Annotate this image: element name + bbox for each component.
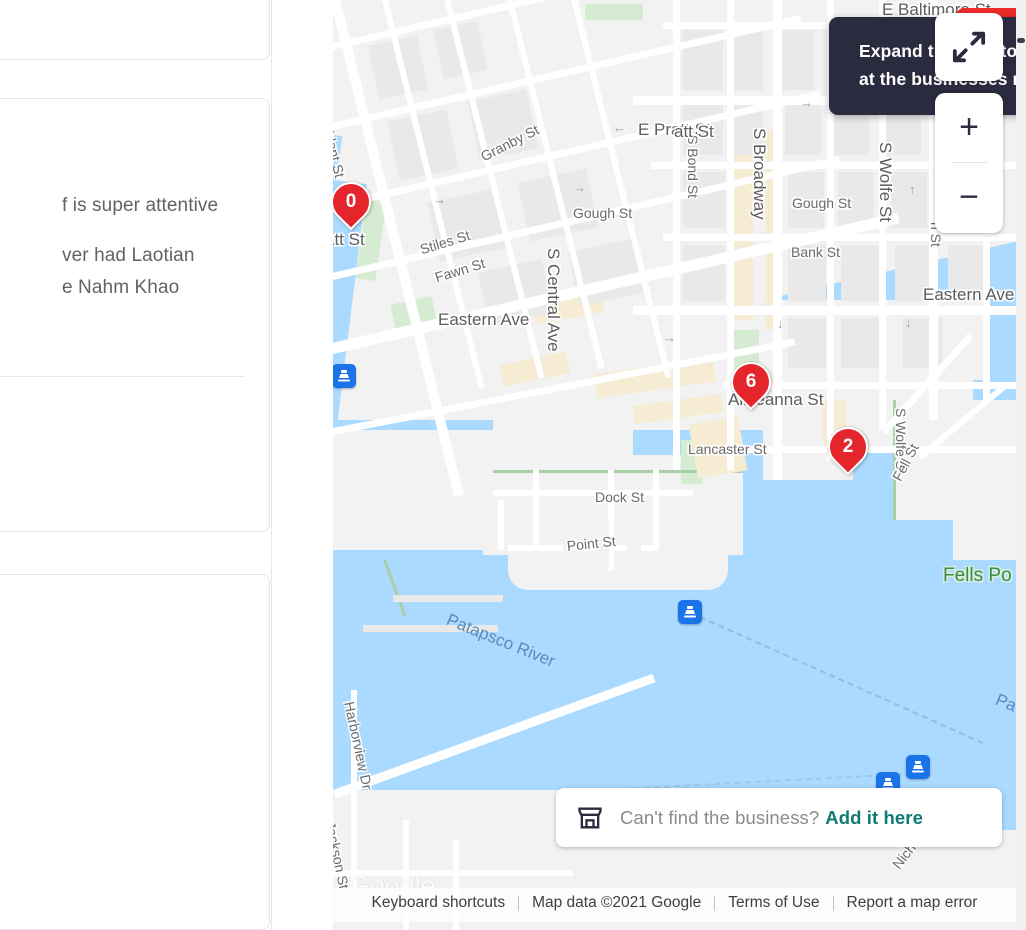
add-business-banner[interactable]: Can't find the business? Add it here <box>556 788 1002 847</box>
result-card[interactable] <box>0 0 270 60</box>
one-way-arrow: → <box>800 95 813 110</box>
one-way-arrow: → <box>663 330 676 345</box>
zoom-controls[interactable]: + − <box>935 93 1003 233</box>
add-business-link[interactable]: Add it here <box>825 807 923 828</box>
result-card[interactable] <box>0 574 270 930</box>
attribution-bar: Keyboard shortcuts Map data ©2021 Google… <box>333 894 1016 912</box>
one-way-arrow: → <box>573 180 586 195</box>
map-pin-count: 0 <box>345 191 357 212</box>
one-way-arrow: ← <box>613 120 626 135</box>
one-way-arrow: ↓ <box>905 315 912 330</box>
expand-arrows-icon <box>952 31 986 63</box>
ferry-stop-icon[interactable] <box>333 364 356 388</box>
map-pin-count: 2 <box>842 436 854 457</box>
page-scrollbar-thumb[interactable] <box>1017 38 1025 43</box>
ferry-glyph <box>338 370 350 382</box>
result-card[interactable] <box>0 98 270 532</box>
review-snippet: ver had Laotian <box>62 245 195 266</box>
map-viewport[interactable]: ← → → → → ↑ ↓ → ↓ E Baltimore St E Pratt… <box>333 0 1016 930</box>
ferry-glyph <box>912 761 924 773</box>
one-way-arrow: ↑ <box>909 182 916 197</box>
map-search-page: f is super attentive ver had Laotian e N… <box>0 0 1026 930</box>
add-business-prompt: Can't find the business? Add it here <box>620 807 923 829</box>
ferry-stop-icon[interactable] <box>906 755 930 779</box>
one-way-arrow: ↓ <box>777 316 784 331</box>
review-snippet: f is super attentive <box>62 195 219 216</box>
review-snippet: e Nahm Khao <box>62 277 180 298</box>
keyboard-shortcuts-link[interactable]: Keyboard shortcuts <box>359 894 519 912</box>
pane-divider <box>271 0 272 930</box>
pane-gap <box>272 0 333 930</box>
page-scrollbar-track[interactable] <box>1016 0 1026 930</box>
expand-map-button[interactable] <box>935 13 1003 81</box>
map-data-text: Map data ©2021 Google <box>532 894 702 911</box>
map-pin-count: 6 <box>745 371 757 392</box>
one-way-arrow: → <box>433 192 446 207</box>
zoom-out-button[interactable]: − <box>935 163 1003 232</box>
storefront-icon <box>578 807 602 828</box>
ferry-stop-icon[interactable] <box>678 600 702 624</box>
zoom-in-button[interactable]: + <box>935 93 1003 162</box>
terms-of-use-link[interactable]: Terms of Use <box>715 894 832 912</box>
report-map-error-link[interactable]: Report a map error <box>834 894 991 912</box>
add-business-prompt-text: Can't find the business? <box>620 806 820 828</box>
ferry-glyph <box>684 606 696 618</box>
